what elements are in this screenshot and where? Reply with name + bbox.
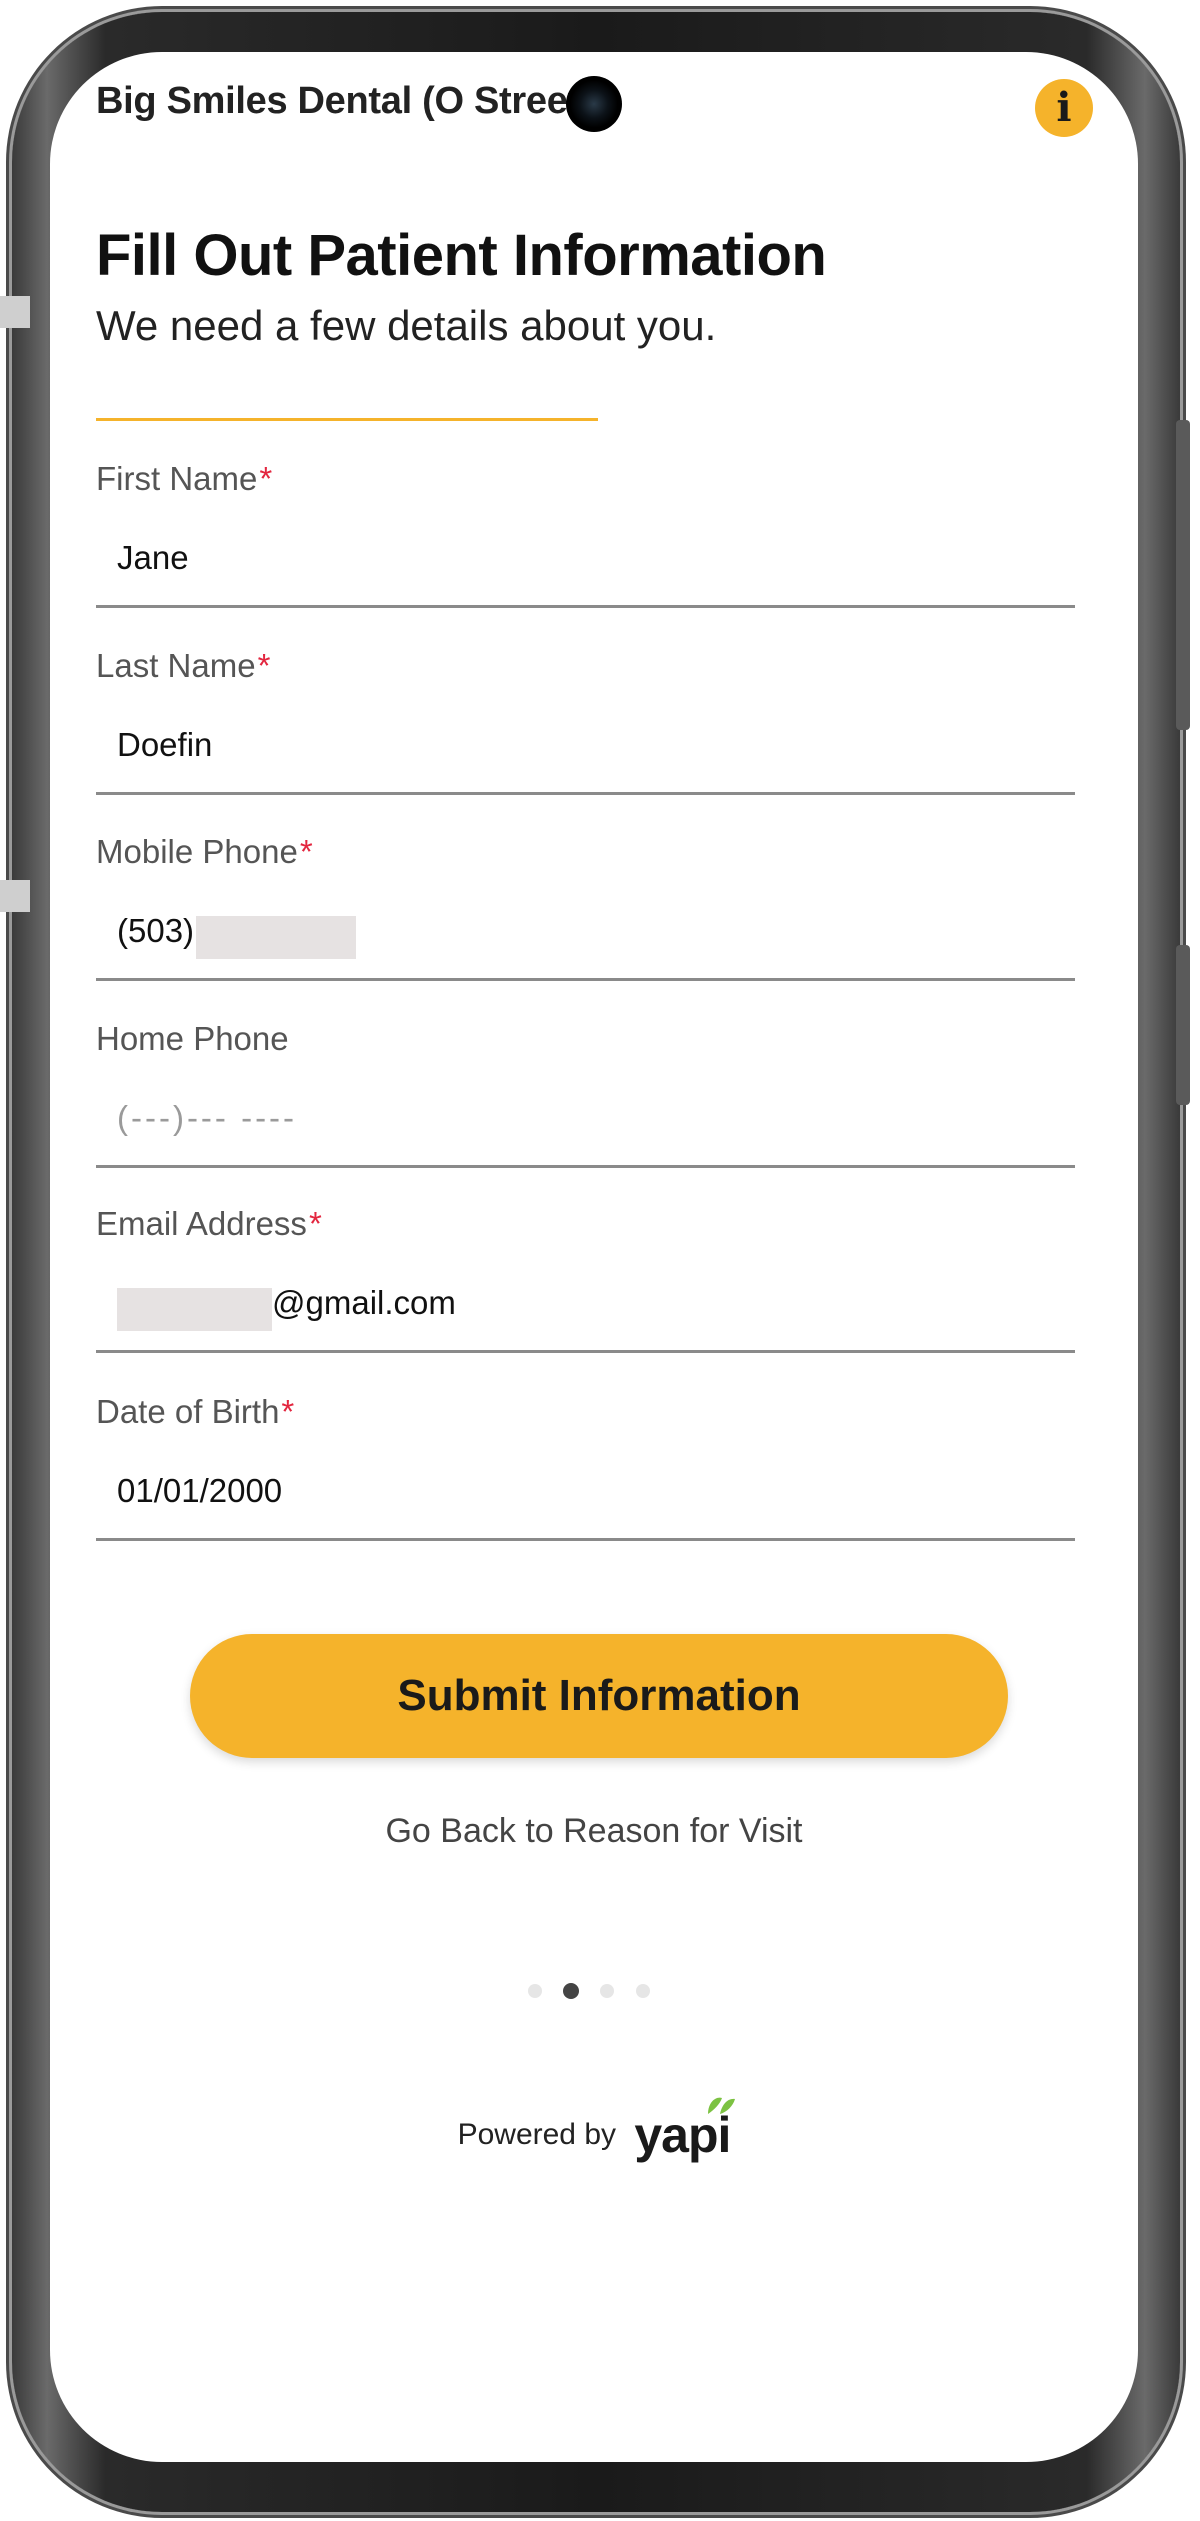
power-button — [1176, 420, 1190, 730]
home-phone-input[interactable] — [96, 1070, 1075, 1168]
practice-name: Big Smiles Dental (O Street) — [96, 80, 593, 122]
camera-icon — [566, 76, 622, 132]
leaf-icon — [708, 2097, 736, 2114]
phone-screen: Big Smiles Dental (O Street) i Fill Out … — [50, 52, 1138, 2462]
title-accent-divider — [96, 418, 598, 421]
powered-by-footer: Powered by yapi — [50, 2097, 1138, 2164]
date-of-birth-input[interactable] — [96, 1443, 1075, 1541]
volume-button — [1176, 945, 1190, 1105]
page-subtitle: We need a few details about you. — [96, 302, 717, 349]
required-marker: * — [257, 647, 271, 684]
first-name-label: First Name* — [96, 460, 273, 497]
email-label: Email Address* — [96, 1205, 322, 1242]
redacted-phone-digits — [196, 916, 356, 959]
last-name-field: Last Name* — [96, 647, 1075, 805]
phone-side-notch — [0, 880, 30, 912]
first-name-field: First Name* — [96, 460, 1075, 618]
phone-side-notch — [0, 296, 30, 328]
last-name-label: Last Name* — [96, 647, 271, 684]
last-name-input[interactable] — [96, 697, 1075, 795]
powered-by-text: Powered by — [457, 2118, 617, 2151]
page-title: Fill Out Patient Information — [96, 223, 827, 288]
redacted-email-user — [117, 1288, 272, 1331]
home-phone-field: Home Phone — [96, 1020, 1075, 1178]
mobile-phone-field: Mobile Phone* — [96, 833, 1075, 991]
submit-information-button[interactable]: Submit Information — [190, 1634, 1008, 1758]
mobile-phone-label: Mobile Phone* — [96, 833, 313, 870]
required-marker: * — [281, 1393, 295, 1430]
step-indicator — [528, 1981, 668, 2001]
required-marker: * — [299, 833, 313, 870]
go-back-link[interactable]: Go Back to Reason for Visit — [50, 1812, 1138, 1851]
date-of-birth-field: Date of Birth* — [96, 1393, 1075, 1551]
step-dot — [600, 1984, 614, 1998]
date-of-birth-label: Date of Birth* — [96, 1393, 295, 1430]
step-dot — [636, 1984, 650, 1998]
info-icon[interactable]: i — [1035, 79, 1093, 137]
required-marker: * — [308, 1205, 322, 1242]
email-field: Email Address* — [96, 1205, 1075, 1363]
step-dot — [528, 1984, 542, 1998]
required-marker: * — [259, 460, 273, 497]
first-name-input[interactable] — [96, 510, 1075, 608]
step-dot-active — [563, 1983, 579, 1999]
home-phone-label: Home Phone — [96, 1020, 289, 1057]
brand-logo: yapi — [634, 2097, 736, 2164]
